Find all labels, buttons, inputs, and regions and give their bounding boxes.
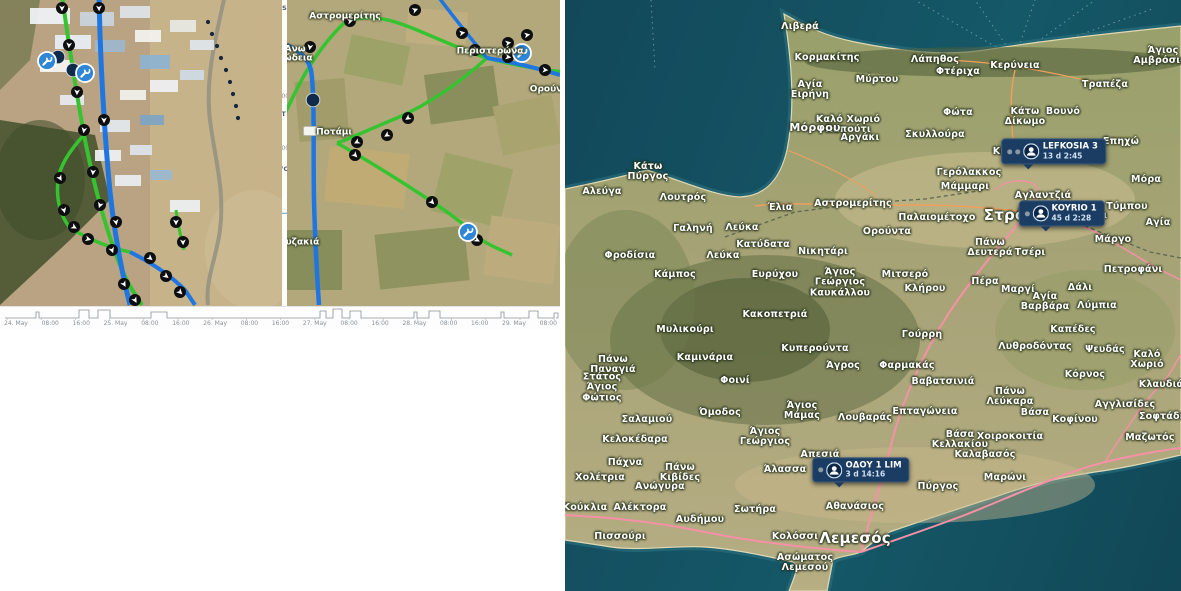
service-poi-marker[interactable]: [513, 44, 531, 62]
tooltip-pointer: [1041, 226, 1051, 236]
axis-tick: 24. May: [4, 320, 28, 327]
axis-tick: 08:00: [141, 320, 158, 327]
direction-arrow-marker[interactable]: [78, 124, 90, 136]
track-dot: [224, 68, 228, 72]
direction-arrow-marker[interactable]: [160, 270, 172, 282]
vehicle-tooltip[interactable]: LEFKOSIA 313 d 2:45: [1002, 139, 1106, 165]
vehicle-marker[interactable]: LEFKOSIA 313 d 2:45: [1002, 139, 1106, 175]
direction-arrow-marker[interactable]: [409, 4, 421, 16]
direction-arrow-marker[interactable]: [54, 172, 66, 184]
activity-path: [5, 309, 558, 318]
driver-avatar-icon: [1024, 144, 1040, 160]
status-dots: [1025, 211, 1030, 216]
track-dot: [228, 80, 232, 84]
driver-avatar-icon: [827, 462, 843, 478]
detail-maps-row: ΑστρομερίτηςΆνω ΖώδειαΠοτάμιΒυζακιάΠερισ…: [0, 0, 560, 306]
direction-arrow-marker[interactable]: [177, 236, 189, 248]
direction-arrow-marker[interactable]: [351, 136, 363, 148]
direction-arrow-marker[interactable]: [110, 216, 122, 228]
vehicle-tooltip[interactable]: KOYRIO 145 d 2:28: [1019, 201, 1105, 227]
service-poi-marker[interactable]: [459, 223, 477, 241]
service-poi-marker[interactable]: [76, 64, 94, 82]
direction-arrow-marker[interactable]: [174, 286, 186, 298]
axis-tick: 16:00: [371, 320, 388, 327]
direction-arrow-marker[interactable]: [87, 166, 99, 178]
direction-arrow-marker[interactable]: [539, 64, 551, 76]
direction-arrow-marker[interactable]: [402, 112, 414, 124]
driver-avatar-icon: [1033, 206, 1049, 222]
track-dot: [210, 32, 214, 36]
direction-arrow-marker[interactable]: [94, 199, 106, 211]
axis-tick: 08:00: [42, 320, 59, 327]
direction-arrow-marker[interactable]: [63, 39, 75, 51]
axis-tick: 16:00: [272, 320, 289, 327]
direction-arrow-marker[interactable]: [118, 278, 130, 290]
axis-tick: 08:00: [241, 320, 258, 327]
tooltip-pointer: [1024, 164, 1034, 174]
tooltip-pointer: [835, 483, 845, 493]
vehicle-tooltip[interactable]: ΟΔΟΥ 1 LIM3 d 14:16: [813, 457, 910, 483]
road-shield: [303, 126, 320, 136]
vehicle-duration: 13 d 2:45: [1043, 152, 1098, 160]
direction-arrow-marker[interactable]: [456, 27, 468, 39]
detail-map-industrial[interactable]: [0, 0, 282, 306]
axis-tick: 08:00: [340, 320, 357, 327]
direction-arrow-marker[interactable]: [304, 41, 316, 53]
track-dot: [231, 92, 235, 96]
direction-arrow-marker[interactable]: [426, 196, 438, 208]
activity-sparkline[interactable]: [3, 307, 560, 320]
direction-arrow-marker[interactable]: [56, 2, 68, 14]
track-dot: [215, 44, 219, 48]
axis-tick: 16:00: [172, 320, 189, 327]
vehicle-duration: 3 d 14:16: [846, 471, 902, 479]
axis-tick: 16:00: [471, 320, 488, 327]
direction-arrow-marker[interactable]: [502, 37, 514, 49]
direction-arrow-marker[interactable]: [106, 244, 118, 256]
axis-tick: 25. May: [104, 320, 128, 327]
satellite-terrain: [287, 0, 560, 306]
direction-arrow-marker[interactable]: [129, 294, 141, 306]
direction-arrow-marker[interactable]: [381, 129, 393, 141]
direction-arrow-marker[interactable]: [93, 2, 105, 14]
vehicle-duration: 45 d 2:28: [1052, 214, 1097, 222]
axis-tick: 28. May: [402, 320, 426, 327]
direction-arrow-marker[interactable]: [144, 252, 156, 264]
direction-arrow-marker[interactable]: [344, 15, 356, 27]
track-dot: [206, 20, 210, 24]
track-dot: [234, 104, 238, 108]
axis-tick: 08:00: [540, 320, 557, 327]
track-dot: [236, 116, 240, 120]
stop-marker[interactable]: [306, 93, 320, 107]
axis-tick: 29. May: [502, 320, 526, 327]
timeline-brush[interactable]: 24. May 08:00 16:00 25. May 08:00 16:00 26. Ma…: [0, 306, 560, 330]
overview-map[interactable]: ΛιβεράΚορμακίτηςΑγία ΕιρήνηΜύρτουΛάπηθος…: [565, 0, 1181, 591]
axis-tick: 27. May: [303, 320, 327, 327]
direction-arrow-marker[interactable]: [349, 149, 361, 161]
status-dots: [819, 468, 824, 473]
axis-tick: 16:00: [73, 320, 90, 327]
fleet-tracking-app: ΑστρομερίτηςΆνω ΖώδειαΠοτάμιΒυζακιάΠερισ…: [0, 0, 1181, 591]
direction-arrow-marker[interactable]: [68, 221, 80, 233]
status-dots: [1008, 149, 1021, 154]
axis-tick: 08:00: [440, 320, 457, 327]
cyprus-island: [565, 0, 1181, 591]
direction-arrow-marker[interactable]: [98, 114, 110, 126]
direction-arrow-marker[interactable]: [71, 86, 83, 98]
direction-arrow-marker[interactable]: [469, 44, 481, 56]
satellite-terrain: [0, 0, 282, 306]
vehicle-marker[interactable]: KOYRIO 145 d 2:28: [1019, 201, 1105, 237]
direction-arrow-marker[interactable]: [170, 216, 182, 228]
detail-map-rural[interactable]: ΑστρομερίτηςΆνω ΖώδειαΠοτάμιΒυζακιάΠερισ…: [287, 0, 560, 306]
direction-arrow-marker[interactable]: [521, 29, 533, 41]
direction-arrow-marker[interactable]: [58, 204, 70, 216]
track-dot: [219, 56, 223, 60]
left-panel: ΑστρομερίτηςΆνω ΖώδειαΠοτάμιΒυζακιάΠερισ…: [0, 0, 565, 591]
direction-arrow-marker[interactable]: [82, 233, 94, 245]
brush-axis: 24. May 08:00 16:00 25. May 08:00 16:00 26. Ma…: [4, 320, 557, 327]
axis-tick: 26. May: [203, 320, 227, 327]
service-poi-marker[interactable]: [38, 52, 56, 70]
vehicle-marker[interactable]: ΟΔΟΥ 1 LIM3 d 14:16: [813, 457, 910, 493]
